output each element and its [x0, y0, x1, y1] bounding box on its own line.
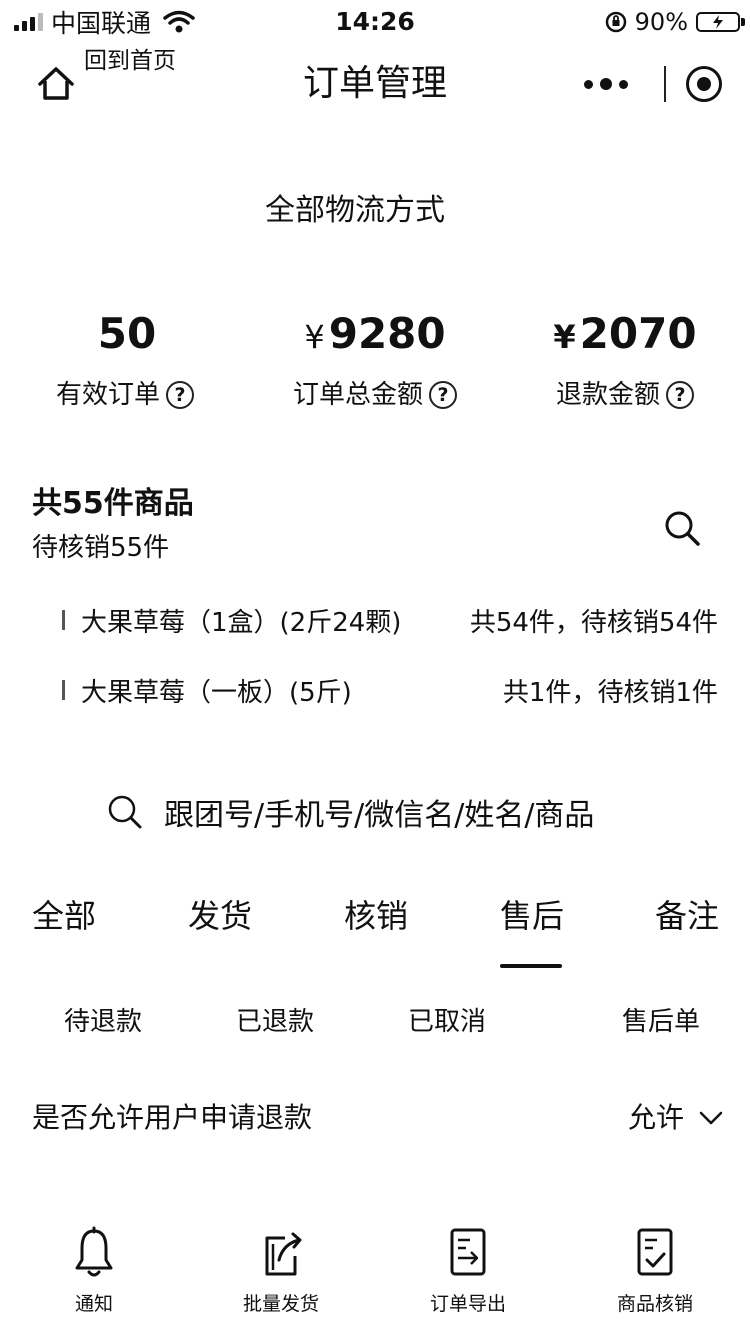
- verify-goods-button[interactable]: 商品核销: [580, 1226, 730, 1318]
- subtab-after-sales-orders[interactable]: 售后单: [622, 1000, 700, 1044]
- stat-order-total: ¥9280 订单总金额 ?: [250, 306, 500, 415]
- stat-label: 有效订单 ?: [0, 375, 250, 415]
- tab-notes[interactable]: 备注: [624, 890, 750, 942]
- goods-item-count: 共1件，待核销1件: [502, 677, 718, 708]
- chevron-down-icon: [699, 1111, 723, 1125]
- bottom-nav-label: 商品核销: [616, 1293, 693, 1315]
- help-icon[interactable]: ?: [429, 381, 457, 409]
- help-icon[interactable]: ?: [666, 381, 694, 409]
- document-export-icon: [450, 1228, 486, 1276]
- refund-setting-label: 是否允许用户申请退款: [32, 1101, 313, 1134]
- item-marker: [62, 610, 65, 630]
- goods-search-button[interactable]: [660, 506, 704, 550]
- after-sales-subtabs: 待退款 已退款 已取消 售后单: [0, 1000, 750, 1044]
- close-target-icon: [697, 77, 711, 91]
- tab-all[interactable]: 全部: [0, 890, 128, 942]
- search-icon: [665, 511, 700, 546]
- search-icon: [108, 795, 142, 829]
- more-icon: [584, 79, 593, 89]
- stat-label: 退款金额 ?: [500, 375, 750, 415]
- goods-item: 大果草莓（1盒）(2斤24颗) 共54件，待核销54件: [62, 598, 718, 642]
- goods-item-count: 共54件，待核销54件: [469, 607, 718, 638]
- subtab-pending-refund[interactable]: 待退款: [64, 1000, 142, 1044]
- tab-after-sales[interactable]: 售后: [440, 890, 624, 942]
- document-check-icon: [637, 1228, 673, 1276]
- goods-item-name: 大果草莓（1盒）(2斤24颗): [81, 607, 402, 638]
- stat-label: 订单总金额 ?: [250, 375, 500, 415]
- bell-icon: [75, 1226, 113, 1277]
- notify-button[interactable]: 通知: [19, 1226, 169, 1318]
- battery-icon: [696, 12, 745, 32]
- refund-setting-value: 允许: [627, 1101, 684, 1134]
- orientation-lock-icon: [605, 11, 626, 33]
- stat-value: 50: [97, 309, 157, 358]
- bottom-nav-label: 批量发货: [242, 1293, 319, 1315]
- export-orders-button[interactable]: 订单导出: [393, 1226, 543, 1318]
- share-export-icon: [265, 1232, 302, 1276]
- mini-program-capsule: [568, 60, 722, 108]
- item-marker: [62, 680, 65, 700]
- logistics-filter[interactable]: 全部物流方式: [0, 188, 710, 234]
- refund-setting-select[interactable]: 允许: [628, 1096, 724, 1140]
- help-icon[interactable]: ?: [166, 381, 194, 409]
- bottom-nav-label: 订单导出: [429, 1293, 506, 1315]
- close-button[interactable]: [686, 66, 722, 102]
- battery-percent: 90%: [634, 8, 688, 36]
- more-button[interactable]: [568, 60, 644, 108]
- stat-refund-amount: ¥2070 退款金额 ?: [500, 306, 750, 415]
- bottom-toolbar: 通知 批量发货 订单导出 商品核销: [0, 1226, 750, 1322]
- bottom-nav-label: 通知: [74, 1293, 113, 1315]
- goods-item: 大果草莓（一板）(5斤) 共1件，待核销1件: [62, 668, 718, 712]
- goods-item-name: 大果草莓（一板）(5斤): [81, 677, 352, 708]
- stat-value: ¥9280: [304, 309, 446, 358]
- batch-ship-button[interactable]: 批量发货: [206, 1226, 356, 1318]
- search-placeholder: 跟团号/手机号/微信名/姓名/商品: [164, 798, 595, 833]
- order-tabs: 全部 发货 核销 售后 备注: [0, 890, 750, 942]
- active-tab-indicator: [500, 964, 562, 968]
- status-right: 90%: [605, 4, 745, 40]
- order-search-input[interactable]: 跟团号/手机号/微信名/姓名/商品: [106, 786, 594, 838]
- subtab-refunded[interactable]: 已退款: [236, 1000, 314, 1044]
- capsule-divider: [664, 66, 666, 102]
- stat-valid-orders: 50 有效订单 ?: [0, 306, 250, 415]
- goods-pending: 待核销55件: [32, 533, 170, 563]
- tab-shipping[interactable]: 发货: [128, 890, 312, 942]
- tab-verify[interactable]: 核销: [312, 890, 440, 942]
- goods-total: 共55件商品: [32, 486, 194, 521]
- stat-value: ¥2070: [553, 309, 697, 358]
- subtab-cancelled[interactable]: 已取消: [408, 1000, 486, 1044]
